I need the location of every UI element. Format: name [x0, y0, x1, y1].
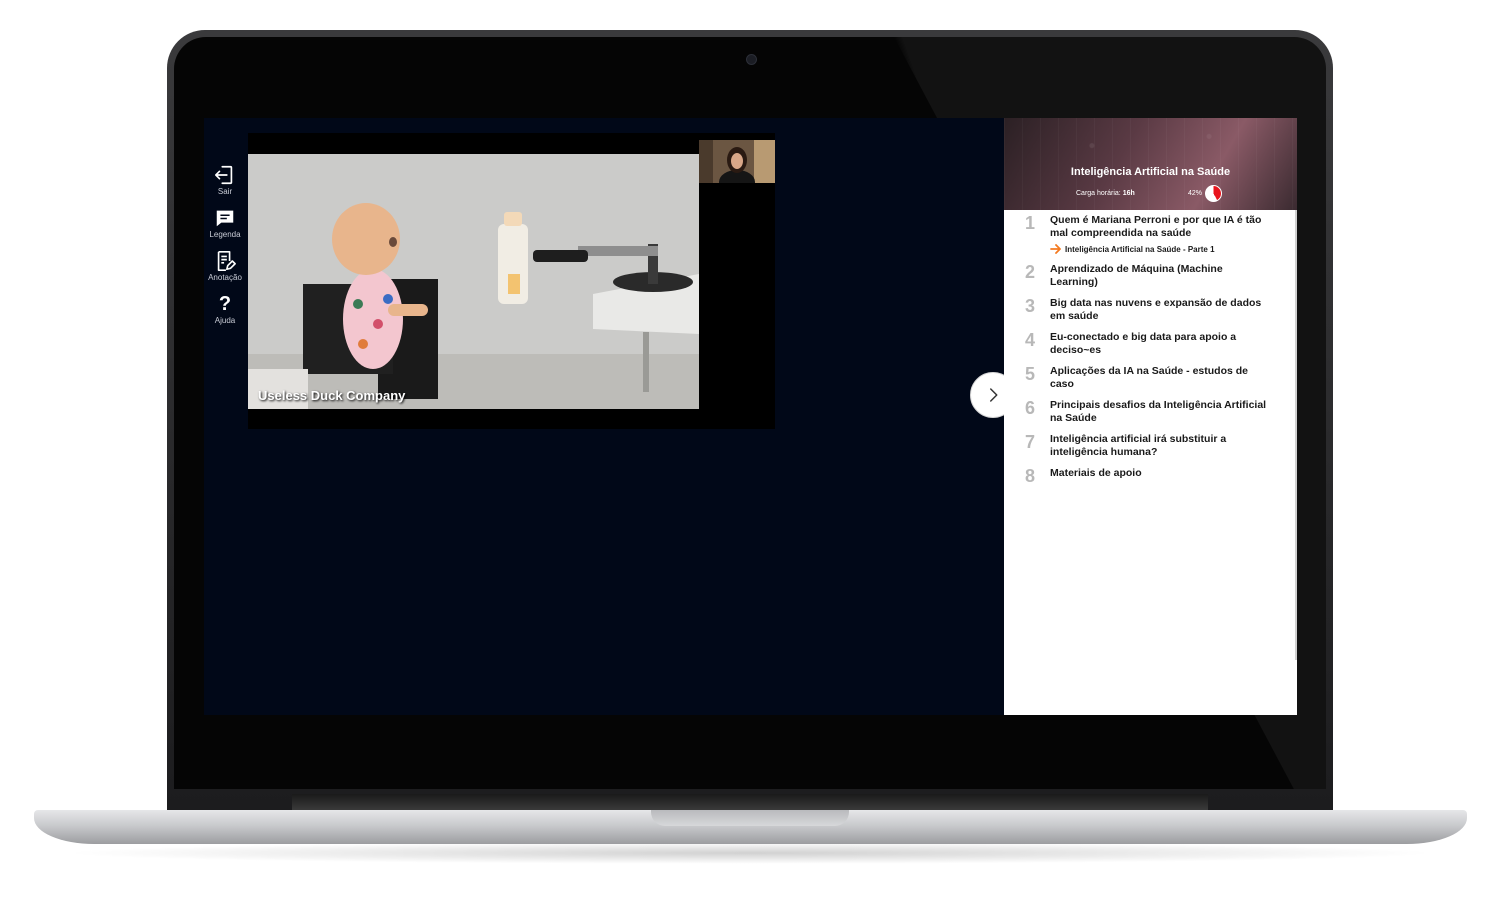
lesson-item[interactable]: 1 Quem é Mariana Perroni e por que IA é … — [1004, 213, 1297, 254]
exit-label: Sair — [217, 187, 233, 196]
player-toolbar: Sair Legenda Anotação ? Ajuda — [204, 164, 246, 336]
note-icon — [217, 251, 236, 271]
lesson-list-scrollbar[interactable] — [1295, 210, 1297, 660]
subtitle-icon — [216, 210, 234, 227]
lesson-item[interactable]: 5 Aplicações da IA na Saúde - estudos de… — [1004, 364, 1297, 390]
course-hours-value: 16h — [1122, 190, 1135, 197]
presenter-illustration — [699, 140, 775, 183]
lesson-number: 3 — [1024, 296, 1035, 316]
course-progress-label: 42% — [1188, 190, 1203, 197]
lesson-number: 4 — [1024, 330, 1035, 350]
lesson-list: 1 Quem é Mariana Perroni e por que IA é … — [1004, 213, 1297, 489]
laptop-notch — [651, 810, 849, 826]
video-player[interactable]: Useless Duck Company — [248, 133, 775, 429]
lesson-number: 5 — [1024, 364, 1035, 384]
subtitle-button[interactable]: Legenda — [204, 207, 246, 250]
lesson-title: Materiais de apoio — [1050, 467, 1142, 479]
chevron-right-icon — [990, 388, 998, 402]
arrow-right-icon — [1050, 244, 1061, 254]
video-frame-image: Useless Duck Company — [248, 154, 699, 409]
presenter-webcam-thumbnail — [699, 140, 775, 183]
lesson-title: Principais desafios da Inteligência Arti… — [1050, 399, 1267, 424]
webcam-lens — [746, 54, 757, 65]
lesson-number: 2 — [1024, 262, 1035, 282]
course-panel: Inteligência Artificial na Saúde Carga h… — [1004, 118, 1297, 715]
screen: Sair Legenda Anotação ? Ajuda Useless Du… — [204, 118, 1297, 715]
course-header: Inteligência Artificial na Saúde Carga h… — [1004, 118, 1297, 210]
exit-icon — [215, 165, 233, 185]
header-background-pattern — [1004, 118, 1297, 210]
course-progress: 42% — [1188, 185, 1223, 202]
laptop-shadow — [60, 842, 1440, 864]
help-icon: ? — [218, 293, 232, 315]
lesson-number: 1 — [1024, 213, 1035, 233]
note-button[interactable]: Anotação — [204, 250, 246, 293]
video-caption: Useless Duck Company — [258, 388, 406, 403]
lesson-number: 8 — [1024, 466, 1035, 486]
current-lesson-part-label: Inteligência Artificial na Saúde - Parte… — [1065, 244, 1215, 254]
lesson-title: Aplicações da IA na Saúde - estudos de c… — [1050, 365, 1248, 390]
lesson-title: Inteligência artificial irá substituir a… — [1050, 433, 1227, 458]
subtitle-label: Legenda — [209, 230, 241, 239]
exit-button[interactable]: Sair — [204, 164, 246, 207]
course-hours-label: Carga horária: — [1076, 190, 1121, 197]
lesson-number: 7 — [1024, 432, 1035, 452]
video-scene-illustration — [248, 154, 699, 409]
course-hours: Carga horária: 16h — [1076, 190, 1135, 197]
note-label: Anotação — [208, 273, 242, 282]
lesson-number: 6 — [1024, 398, 1035, 418]
course-title: Inteligência Artificial na Saúde — [1070, 166, 1231, 178]
lesson-item[interactable]: 7 Inteligência artificial irá substituir… — [1004, 432, 1297, 458]
help-button[interactable]: ? Ajuda — [204, 293, 246, 336]
help-label: Ajuda — [214, 316, 236, 325]
lesson-title: Aprendizado de Máquina (Machine Learning… — [1050, 263, 1223, 288]
lesson-item[interactable]: 4 Eu-conectado e big data para apoio a d… — [1004, 330, 1297, 356]
lesson-item[interactable]: 6 Principais desafios da Inteligência Ar… — [1004, 398, 1297, 424]
lesson-item[interactable]: 2 Aprendizado de Máquina (Machine Learni… — [1004, 262, 1297, 288]
lesson-item[interactable]: 3 Big data nas nuvens e expansão de dado… — [1004, 296, 1297, 322]
current-lesson-part[interactable]: Inteligência Artificial na Saúde - Parte… — [1050, 244, 1269, 254]
lesson-title: Quem é Mariana Perroni e por que IA é tã… — [1050, 214, 1262, 239]
lesson-title: Eu-conectado e big data para apoio a dec… — [1050, 331, 1237, 356]
lesson-title: Big data nas nuvens e expansão de dados … — [1050, 297, 1262, 322]
lesson-item[interactable]: 8 Materiais de apoio — [1004, 466, 1297, 486]
laptop-hinge — [292, 794, 1208, 810]
progress-pie-chart — [1205, 185, 1223, 202]
